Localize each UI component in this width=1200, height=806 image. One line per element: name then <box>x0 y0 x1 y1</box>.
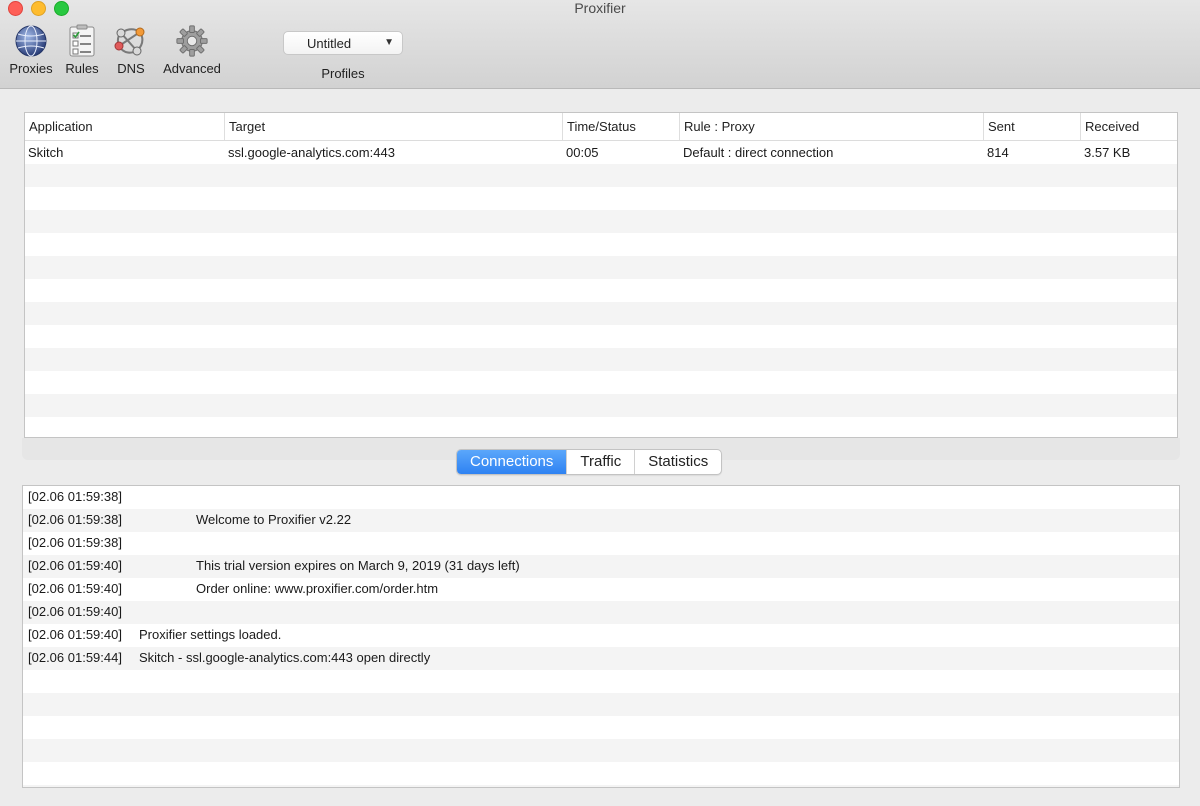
column-header-time-status[interactable]: Time/Status <box>562 113 679 140</box>
network-nodes-icon <box>114 27 145 56</box>
empty-row <box>25 417 1177 437</box>
tab-traffic[interactable]: Traffic <box>566 450 634 474</box>
toolbar-dns-label: DNS <box>117 61 145 76</box>
empty-row <box>25 325 1177 348</box>
column-header-sent[interactable]: Sent <box>983 113 1080 140</box>
checklist-icon <box>69 24 95 57</box>
empty-row <box>25 394 1177 417</box>
toolbar-rules-button[interactable]: Rules <box>63 24 101 76</box>
cell-application: Skitch <box>28 145 64 160</box>
empty-row <box>25 256 1177 279</box>
empty-row <box>25 233 1177 256</box>
toolbar-advanced-label: Advanced <box>163 61 221 76</box>
connections-table[interactable]: Application Target Time/Status Rule : Pr… <box>24 112 1178 438</box>
log-timestamp: [02.06 01:59:38] <box>28 512 122 527</box>
log-message: Proxifier settings loaded. <box>139 627 282 642</box>
log-entry: [02.06 01:59:44] Skitch - ssl.google-ana… <box>23 647 1179 670</box>
empty-row <box>25 187 1177 210</box>
tab-statistics[interactable]: Statistics <box>634 450 721 474</box>
cell-time-status: 00:05 <box>566 145 599 160</box>
window-toolbar: Proxifier Proxies Rules DNS Advanced Unt… <box>0 0 1200 89</box>
profiles-selected-value: Untitled <box>307 36 352 51</box>
connections-rows: Skitch ssl.google-analytics.com:443 00:0… <box>25 141 1177 437</box>
empty-row <box>25 348 1177 371</box>
log-timestamp: [02.06 01:59:40] <box>28 581 122 596</box>
log-message: Order online: www.proxifier.com/order.ht… <box>196 581 439 596</box>
dropdown-arrow-icon: ▼ <box>384 37 394 48</box>
empty-row <box>25 210 1177 233</box>
log-message: Skitch - ssl.google-analytics.com:443 op… <box>139 650 431 665</box>
empty-row <box>23 693 1179 716</box>
log-timestamp: [02.06 01:59:38] <box>28 535 122 550</box>
table-row[interactable]: Skitch ssl.google-analytics.com:443 00:0… <box>25 141 1177 164</box>
log-message: Welcome to Proxifier v2.22 <box>196 512 352 527</box>
log-entry: [02.06 01:59:40] Order online: www.proxi… <box>23 578 1179 601</box>
log-panel[interactable]: [02.06 01:59:38] [02.06 01:59:38] Welcom… <box>22 485 1180 788</box>
log-entry: [02.06 01:59:38] <box>23 532 1179 555</box>
globe-icon <box>15 25 47 57</box>
profiles-dropdown[interactable]: Untitled ▼ <box>283 31 403 55</box>
column-header-received[interactable]: Received <box>1080 113 1177 140</box>
log-timestamp: [02.06 01:59:40] <box>28 627 122 642</box>
connections-table-header: Application Target Time/Status Rule : Pr… <box>25 113 1177 141</box>
toolbar-rules-label: Rules <box>65 61 99 76</box>
empty-row <box>25 164 1177 187</box>
empty-row <box>23 785 1179 787</box>
log-entry: [02.06 01:59:40] <box>23 601 1179 624</box>
gear-icon <box>176 25 208 57</box>
log-entry: [02.06 01:59:40] Proxifier settings load… <box>23 624 1179 647</box>
empty-row <box>23 716 1179 739</box>
empty-row <box>25 279 1177 302</box>
column-header-rule-proxy[interactable]: Rule : Proxy <box>679 113 983 140</box>
cell-target: ssl.google-analytics.com:443 <box>228 145 395 160</box>
column-header-application[interactable]: Application <box>25 113 224 140</box>
profiles-label: Profiles <box>321 66 365 81</box>
empty-row <box>25 302 1177 325</box>
cell-sent: 814 <box>987 145 1009 160</box>
empty-row <box>23 739 1179 762</box>
tab-connections[interactable]: Connections <box>457 450 567 474</box>
toolbar-proxies-label: Proxies <box>9 61 53 76</box>
log-entry: [02.06 01:59:38] <box>23 486 1179 509</box>
toolbar-advanced-button[interactable]: Advanced <box>160 24 224 76</box>
empty-row <box>23 762 1179 785</box>
empty-row <box>25 371 1177 394</box>
log-rows: [02.06 01:59:38] [02.06 01:59:38] Welcom… <box>23 486 1179 787</box>
log-timestamp: [02.06 01:59:40] <box>28 604 122 619</box>
log-message: This trial version expires on March 9, 2… <box>196 558 520 573</box>
log-timestamp: [02.06 01:59:40] <box>28 558 122 573</box>
log-entry: [02.06 01:59:40] This trial version expi… <box>23 555 1179 578</box>
toolbar-proxies-button[interactable]: Proxies <box>6 24 56 76</box>
log-entry: [02.06 01:59:38] Welcome to Proxifier v2… <box>23 509 1179 532</box>
cell-received: 3.57 KB <box>1084 145 1131 160</box>
view-tabs: Connections Traffic Statistics <box>456 449 723 475</box>
cell-rule-proxy: Default : direct connection <box>683 145 834 160</box>
log-timestamp: [02.06 01:59:44] <box>28 650 122 665</box>
empty-row <box>23 670 1179 693</box>
window-title: Proxifier <box>574 0 626 16</box>
column-header-target[interactable]: Target <box>224 113 562 140</box>
log-timestamp: [02.06 01:59:38] <box>28 489 122 504</box>
toolbar-dns-button[interactable]: DNS <box>112 24 150 76</box>
